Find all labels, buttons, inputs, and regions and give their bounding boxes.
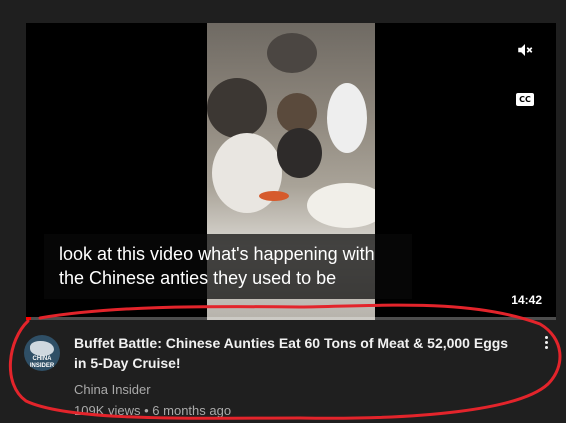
channel-name[interactable]: China Insider	[74, 382, 151, 397]
progress-fill	[26, 317, 32, 320]
channel-avatar[interactable]: CHINA INSIDER	[24, 335, 60, 371]
cc-label: CC	[519, 95, 531, 104]
meta-separator: •	[144, 403, 149, 418]
view-count: 109K views	[74, 403, 141, 418]
avatar-logo-text: CHINA INSIDER	[29, 356, 55, 369]
video-player[interactable]: CC look at this video what's happening w…	[26, 23, 556, 320]
closed-captions-icon[interactable]: CC	[516, 93, 534, 106]
progress-bar[interactable]	[26, 317, 556, 320]
caption-line-2: the Chinese anties they used to be	[59, 268, 337, 288]
upload-age: 6 months ago	[152, 403, 232, 418]
volume-muted-icon[interactable]	[516, 41, 534, 59]
caption-box: look at this video what's happening with…	[44, 234, 412, 299]
video-meta: 109K views • 6 months ago	[74, 403, 231, 418]
more-vert-icon[interactable]	[541, 334, 551, 354]
video-title[interactable]: Buffet Battle: Chinese Aunties Eat 60 To…	[74, 333, 514, 373]
duration-badge: 14:42	[507, 291, 546, 309]
avatar-map-shape	[30, 341, 54, 356]
caption-line-1: look at this video what's happening with	[59, 244, 375, 264]
